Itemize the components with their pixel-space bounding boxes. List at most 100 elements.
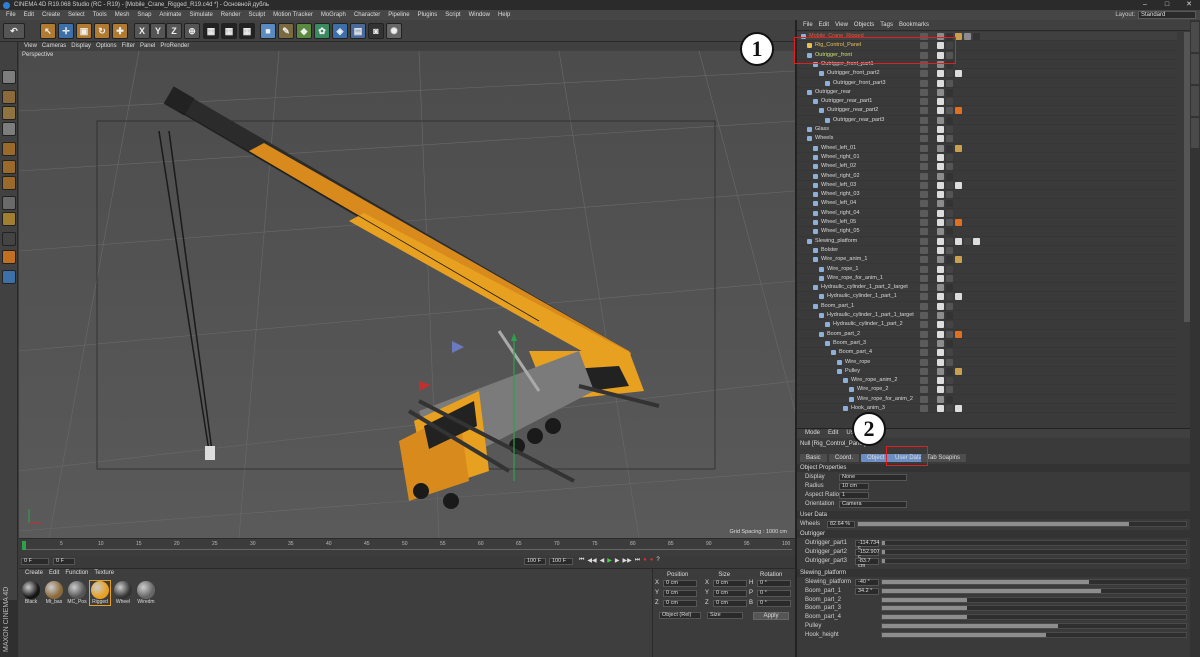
- size-mode-dropdown[interactable]: Size: [707, 612, 743, 619]
- object-tag-icon[interactable]: [937, 405, 944, 412]
- menu-item-plugins[interactable]: Plugins: [416, 12, 440, 18]
- object-tag-icon[interactable]: [946, 312, 953, 319]
- visibility-toggle-icon[interactable]: [920, 284, 928, 292]
- object-tag-icon[interactable]: [946, 135, 953, 143]
- minimize-icon[interactable]: –: [1134, 0, 1156, 10]
- material-menu-create[interactable]: Create: [25, 570, 43, 576]
- user-data-field[interactable]: -114.734 c: [855, 540, 879, 551]
- user-data-slider[interactable]: [881, 631, 1187, 638]
- visibility-toggle-icon[interactable]: [920, 321, 928, 329]
- 3d-viewport[interactable]: Perspective Grid Spacing : 1000 cm: [19, 51, 795, 538]
- menu-item-character[interactable]: Character: [352, 12, 382, 18]
- material-swatch[interactable]: Wiredm: [136, 581, 156, 605]
- object-tag-icon[interactable]: [937, 246, 944, 254]
- visibility-toggle-icon[interactable]: [920, 367, 928, 375]
- next-key-icon[interactable]: ▶▶: [623, 557, 632, 564]
- user-data-slider[interactable]: [881, 614, 1187, 621]
- object-tag-icon[interactable]: [946, 237, 953, 245]
- visibility-toggle-icon[interactable]: [920, 116, 928, 124]
- object-tag-icon[interactable]: [964, 237, 971, 245]
- viewport-menu-options[interactable]: Options: [96, 43, 117, 49]
- object-tag-icon[interactable]: [937, 358, 944, 366]
- material-swatch[interactable]: Mt_bas: [44, 581, 64, 605]
- object-tag-icon[interactable]: [955, 107, 962, 115]
- object-tag-icon[interactable]: [937, 339, 944, 347]
- object-tag-icon[interactable]: [946, 107, 953, 115]
- object-tag-icon[interactable]: [946, 70, 953, 78]
- object-tag-icon[interactable]: [937, 209, 944, 217]
- object-tag-icon[interactable]: [937, 181, 944, 189]
- object-tag-icon[interactable]: [946, 228, 953, 236]
- object-row[interactable]: Boom_part_4: [797, 348, 1177, 358]
- coord-mode-dropdown[interactable]: Object (Rel): [659, 612, 701, 619]
- object-row[interactable]: Outrigger_rear_part2: [797, 106, 1177, 116]
- prev-frame-icon[interactable]: ◀: [600, 557, 605, 564]
- object-tag-icon[interactable]: [946, 163, 953, 171]
- render-view-icon[interactable]: ▦: [203, 23, 219, 39]
- object-tag-icon[interactable]: [946, 265, 953, 273]
- model-mode-icon[interactable]: [2, 90, 16, 104]
- lock-workplane-icon[interactable]: [2, 250, 16, 264]
- object-row[interactable]: Pulley: [797, 367, 1177, 377]
- visibility-toggle-icon[interactable]: [920, 395, 928, 403]
- coord-rot-field[interactable]: 0 °: [757, 600, 791, 607]
- attribute-menu-mode[interactable]: Mode: [805, 430, 820, 436]
- rotate-tool-icon[interactable]: ↻: [94, 23, 110, 39]
- user-data-field[interactable]: 34.2 °: [855, 587, 879, 595]
- object-tag-icon[interactable]: [946, 284, 953, 292]
- object-row[interactable]: Boom_part_3: [797, 339, 1177, 349]
- wheels-field[interactable]: 82.64 %: [827, 521, 855, 528]
- object-row[interactable]: Outrigger_rear_part3: [797, 116, 1177, 125]
- visibility-toggle-icon[interactable]: [920, 70, 928, 78]
- attribute-menu-edit[interactable]: Edit: [828, 430, 838, 436]
- menu-item-sculpt[interactable]: Sculpt: [246, 12, 267, 18]
- object-row[interactable]: Hook_anim_3: [797, 404, 1177, 414]
- enable-snap-icon[interactable]: [2, 232, 16, 246]
- light-icon[interactable]: ✺: [386, 23, 402, 39]
- object-row[interactable]: Wheel_left_05: [797, 218, 1177, 228]
- user-data-slider[interactable]: [881, 579, 1187, 585]
- object-tag-icon[interactable]: [937, 349, 944, 357]
- visibility-toggle-icon[interactable]: [920, 144, 928, 152]
- menu-item-select[interactable]: Select: [66, 12, 87, 18]
- maximize-icon[interactable]: □: [1156, 0, 1178, 10]
- visibility-toggle-icon[interactable]: [920, 181, 928, 189]
- visibility-toggle-icon[interactable]: [920, 265, 928, 273]
- object-tag-icon[interactable]: [946, 172, 953, 180]
- object-row[interactable]: Wheel_left_04: [797, 199, 1177, 209]
- object-tag-icon[interactable]: [946, 321, 953, 329]
- object-tag-icon[interactable]: [937, 330, 944, 338]
- object-tag-icon[interactable]: [955, 237, 962, 245]
- object-menu-view[interactable]: View: [835, 22, 848, 28]
- coord-pos-field[interactable]: 0 cm: [663, 590, 697, 597]
- visibility-toggle-icon[interactable]: [920, 330, 928, 338]
- object-row[interactable]: Wheel_right_04: [797, 209, 1177, 218]
- object-row[interactable]: Wheel_right_02: [797, 172, 1177, 181]
- material-swatch[interactable]: Wheel: [113, 581, 133, 605]
- render-picture-viewer-icon[interactable]: ▦: [221, 23, 237, 39]
- object-tag-icon[interactable]: [937, 79, 944, 87]
- object-tag-icon[interactable]: [937, 377, 944, 385]
- object-tag-icon[interactable]: [946, 293, 953, 301]
- object-tag-icon[interactable]: [955, 70, 962, 78]
- visibility-toggle-icon[interactable]: [920, 79, 928, 87]
- object-row[interactable]: Wheel_right_01: [797, 153, 1177, 163]
- object-tag-icon[interactable]: [946, 302, 953, 310]
- viewport-menu-display[interactable]: Display: [71, 43, 91, 49]
- object-tag-icon[interactable]: [946, 191, 953, 199]
- property-field[interactable]: 1: [839, 492, 869, 499]
- visibility-toggle-icon[interactable]: [920, 339, 928, 347]
- material-menu-texture[interactable]: Texture: [94, 570, 114, 576]
- menu-item-pipeline[interactable]: Pipeline: [386, 12, 411, 18]
- user-data-slider[interactable]: [881, 605, 1187, 612]
- object-menu-edit[interactable]: Edit: [819, 22, 829, 28]
- spline-pen-icon[interactable]: ✎: [278, 23, 294, 39]
- object-tag-icon[interactable]: [946, 395, 953, 403]
- object-tag-icon[interactable]: [946, 256, 953, 264]
- wheels-slider[interactable]: [857, 521, 1187, 527]
- material-swatch[interactable]: Rigged: [89, 580, 111, 606]
- material-swatch[interactable]: MC_Pos: [67, 581, 87, 605]
- material-swatch[interactable]: Black: [21, 581, 41, 605]
- object-row[interactable]: Outrigger_front_part3: [797, 79, 1177, 88]
- visibility-toggle-icon[interactable]: [920, 237, 928, 245]
